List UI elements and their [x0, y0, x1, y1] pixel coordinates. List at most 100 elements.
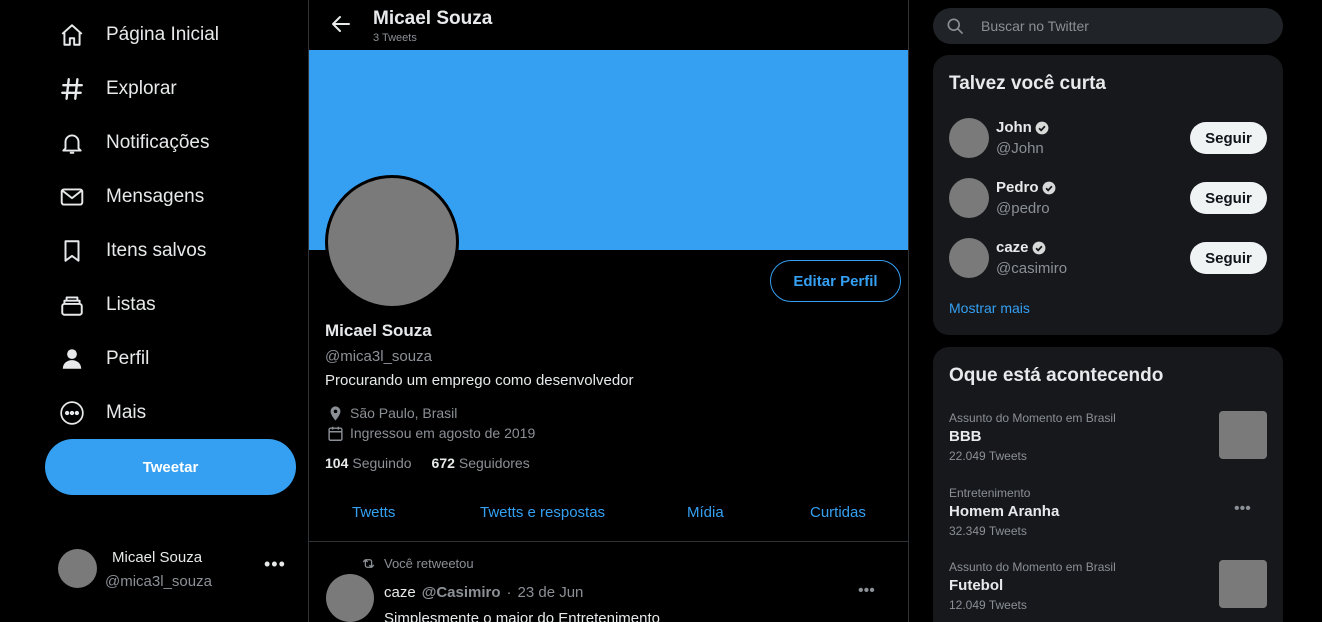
nav-item-explore[interactable]: Explorar [58, 69, 177, 109]
avatar [949, 178, 989, 218]
more-icon[interactable]: ••• [1234, 500, 1251, 518]
calendar-icon [328, 426, 343, 441]
follow-suggestion[interactable]: John @John Seguir [949, 116, 1269, 160]
suggestion-handle: @casimiro [996, 260, 1068, 277]
retweet-icon [362, 559, 375, 568]
search-input[interactable] [981, 18, 1261, 34]
edit-profile-button[interactable]: Editar Perfil [770, 260, 901, 302]
avatar [949, 118, 989, 158]
verified-badge-icon [1032, 241, 1045, 254]
home-icon [58, 21, 86, 49]
follow-button[interactable]: Seguir [1190, 122, 1267, 154]
user-icon [58, 345, 86, 373]
page-title: Micael Souza [373, 8, 493, 29]
who-to-follow-title: Talvez você curta [949, 73, 1107, 94]
joined-text: Ingressou em agosto de 2019 [350, 425, 536, 441]
user-name: Pedro [996, 179, 1039, 196]
trend-item[interactable]: Entretenimento Homem Aranha 32.349 Tweet… [949, 486, 1269, 538]
avatar [949, 238, 989, 278]
avatar [58, 549, 97, 588]
search-icon [947, 18, 963, 34]
following-label: Seguindo [352, 455, 412, 471]
nav-item-label: Listas [106, 294, 156, 315]
trend-count: 32.349 Tweets [949, 524, 1027, 538]
user-name: John [996, 119, 1032, 136]
more-icon[interactable]: ••• [858, 582, 875, 600]
nav-item-label: Mensagens [106, 186, 205, 207]
trend-item[interactable]: Assunto do Momento em Brasil BBB 22.049 … [949, 411, 1269, 463]
followers-link[interactable]: 672 Seguidores [432, 455, 530, 471]
follow-suggestion[interactable]: caze @casimiro Seguir [949, 236, 1269, 280]
hashtag-icon [58, 75, 86, 103]
trend-topic: Homem Aranha [949, 503, 1060, 520]
nav-item-lists[interactable]: Listas [58, 285, 156, 325]
tweet-text: Simplesmente o maior do Entretenimento [384, 610, 660, 622]
profile-avatar[interactable] [325, 175, 459, 309]
follow-button[interactable]: Seguir [1190, 242, 1267, 274]
nav-item-label: Perfil [106, 348, 150, 369]
suggestion-name: Pedro [996, 179, 1056, 196]
trend-context: Entretenimento [949, 486, 1031, 500]
left-sidebar: Página Inicial Explorar Notificações Men… [0, 0, 308, 622]
nav-item-more[interactable]: Mais [58, 393, 146, 433]
location-pin-icon [330, 405, 341, 421]
nav-item-messages[interactable]: Mensagens [58, 177, 204, 217]
account-switcher[interactable]: Micael Souza @mica3l_souza ••• [58, 546, 298, 594]
profile-column: Micael Souza 3 Tweets Editar Perfil Mica… [308, 0, 909, 622]
following-link[interactable]: 104 Seguindo [325, 455, 412, 471]
verified-badge-icon [1035, 121, 1049, 134]
bookmark-icon [58, 237, 86, 265]
retweet-indicator: Você retweetou [361, 556, 474, 571]
nav-item-label: Página Inicial [106, 24, 220, 45]
tab-likes[interactable]: Curtidas [810, 504, 866, 521]
separator-dot: · [506, 584, 512, 601]
trend-thumbnail [1219, 411, 1267, 459]
tweet-avatar[interactable] [326, 574, 374, 622]
tab-tweets[interactable]: Twetts [352, 504, 395, 521]
followers-label: Seguidores [458, 455, 530, 471]
following-count: 104 [325, 455, 349, 471]
follow-suggestion[interactable]: Pedro @pedro Seguir [949, 176, 1269, 220]
tweet-handle[interactable]: @Casimiro [422, 584, 501, 601]
more-icon[interactable]: ••• [264, 554, 286, 575]
search-bar[interactable] [933, 8, 1283, 44]
nav-item-label: Explorar [106, 78, 177, 99]
nav-item-notifications[interactable]: Notificações [58, 123, 210, 163]
trends-card: Oque está acontecendo Assunto do Momento… [933, 347, 1283, 622]
tweet-header: caze @Casimiro · 23 de Jun [384, 584, 583, 601]
tweet-button[interactable]: Tweetar [45, 439, 296, 495]
tab-tweets-replies[interactable]: Twetts e respostas [480, 504, 605, 521]
tab-media[interactable]: Mídia [687, 504, 724, 521]
trend-item[interactable]: Assunto do Momento em Brasil Futebol 12.… [949, 560, 1269, 612]
more-circle-icon [58, 399, 86, 427]
account-name: Micael Souza [112, 549, 203, 566]
follow-button[interactable]: Seguir [1190, 182, 1267, 214]
user-name: caze [996, 239, 1029, 256]
show-more-link[interactable]: Mostrar mais [949, 300, 1030, 316]
location-text: São Paulo, Brasil [350, 405, 458, 421]
profile-handle: @mica3l_souza [325, 348, 432, 365]
trends-title: Oque está acontecendo [949, 365, 1164, 386]
suggestion-name: caze [996, 239, 1046, 256]
list-icon [58, 291, 86, 319]
nav-item-profile[interactable]: Perfil [58, 339, 149, 379]
nav-item-label: Mais [106, 402, 147, 423]
followers-count: 672 [431, 455, 455, 471]
profile-tabs: Twetts Twetts e respostas Mídia Curtidas [309, 490, 908, 542]
trend-thumbnail [1219, 560, 1267, 608]
nav-item-home[interactable]: Página Inicial [58, 15, 219, 55]
who-to-follow-card: Talvez você curta John @John Seguir Pedr… [933, 55, 1283, 335]
bell-icon [58, 129, 86, 157]
nav-item-label: Notificações [106, 132, 210, 153]
profile-location: São Paulo, Brasil [327, 403, 457, 423]
nav-item-bookmarks[interactable]: Itens salvos [58, 231, 206, 271]
suggestion-handle: @pedro [996, 200, 1050, 217]
tweet-date[interactable]: 23 de Jun [518, 584, 584, 601]
suggestion-handle: @John [996, 140, 1044, 157]
back-arrow-icon[interactable] [329, 12, 353, 36]
profile-name: Micael Souza [325, 321, 432, 340]
profile-joined: Ingressou em agosto de 2019 [327, 423, 535, 443]
suggestion-name: John [996, 119, 1049, 136]
verified-badge-icon [1042, 181, 1055, 194]
tweet-author[interactable]: caze [384, 584, 416, 601]
